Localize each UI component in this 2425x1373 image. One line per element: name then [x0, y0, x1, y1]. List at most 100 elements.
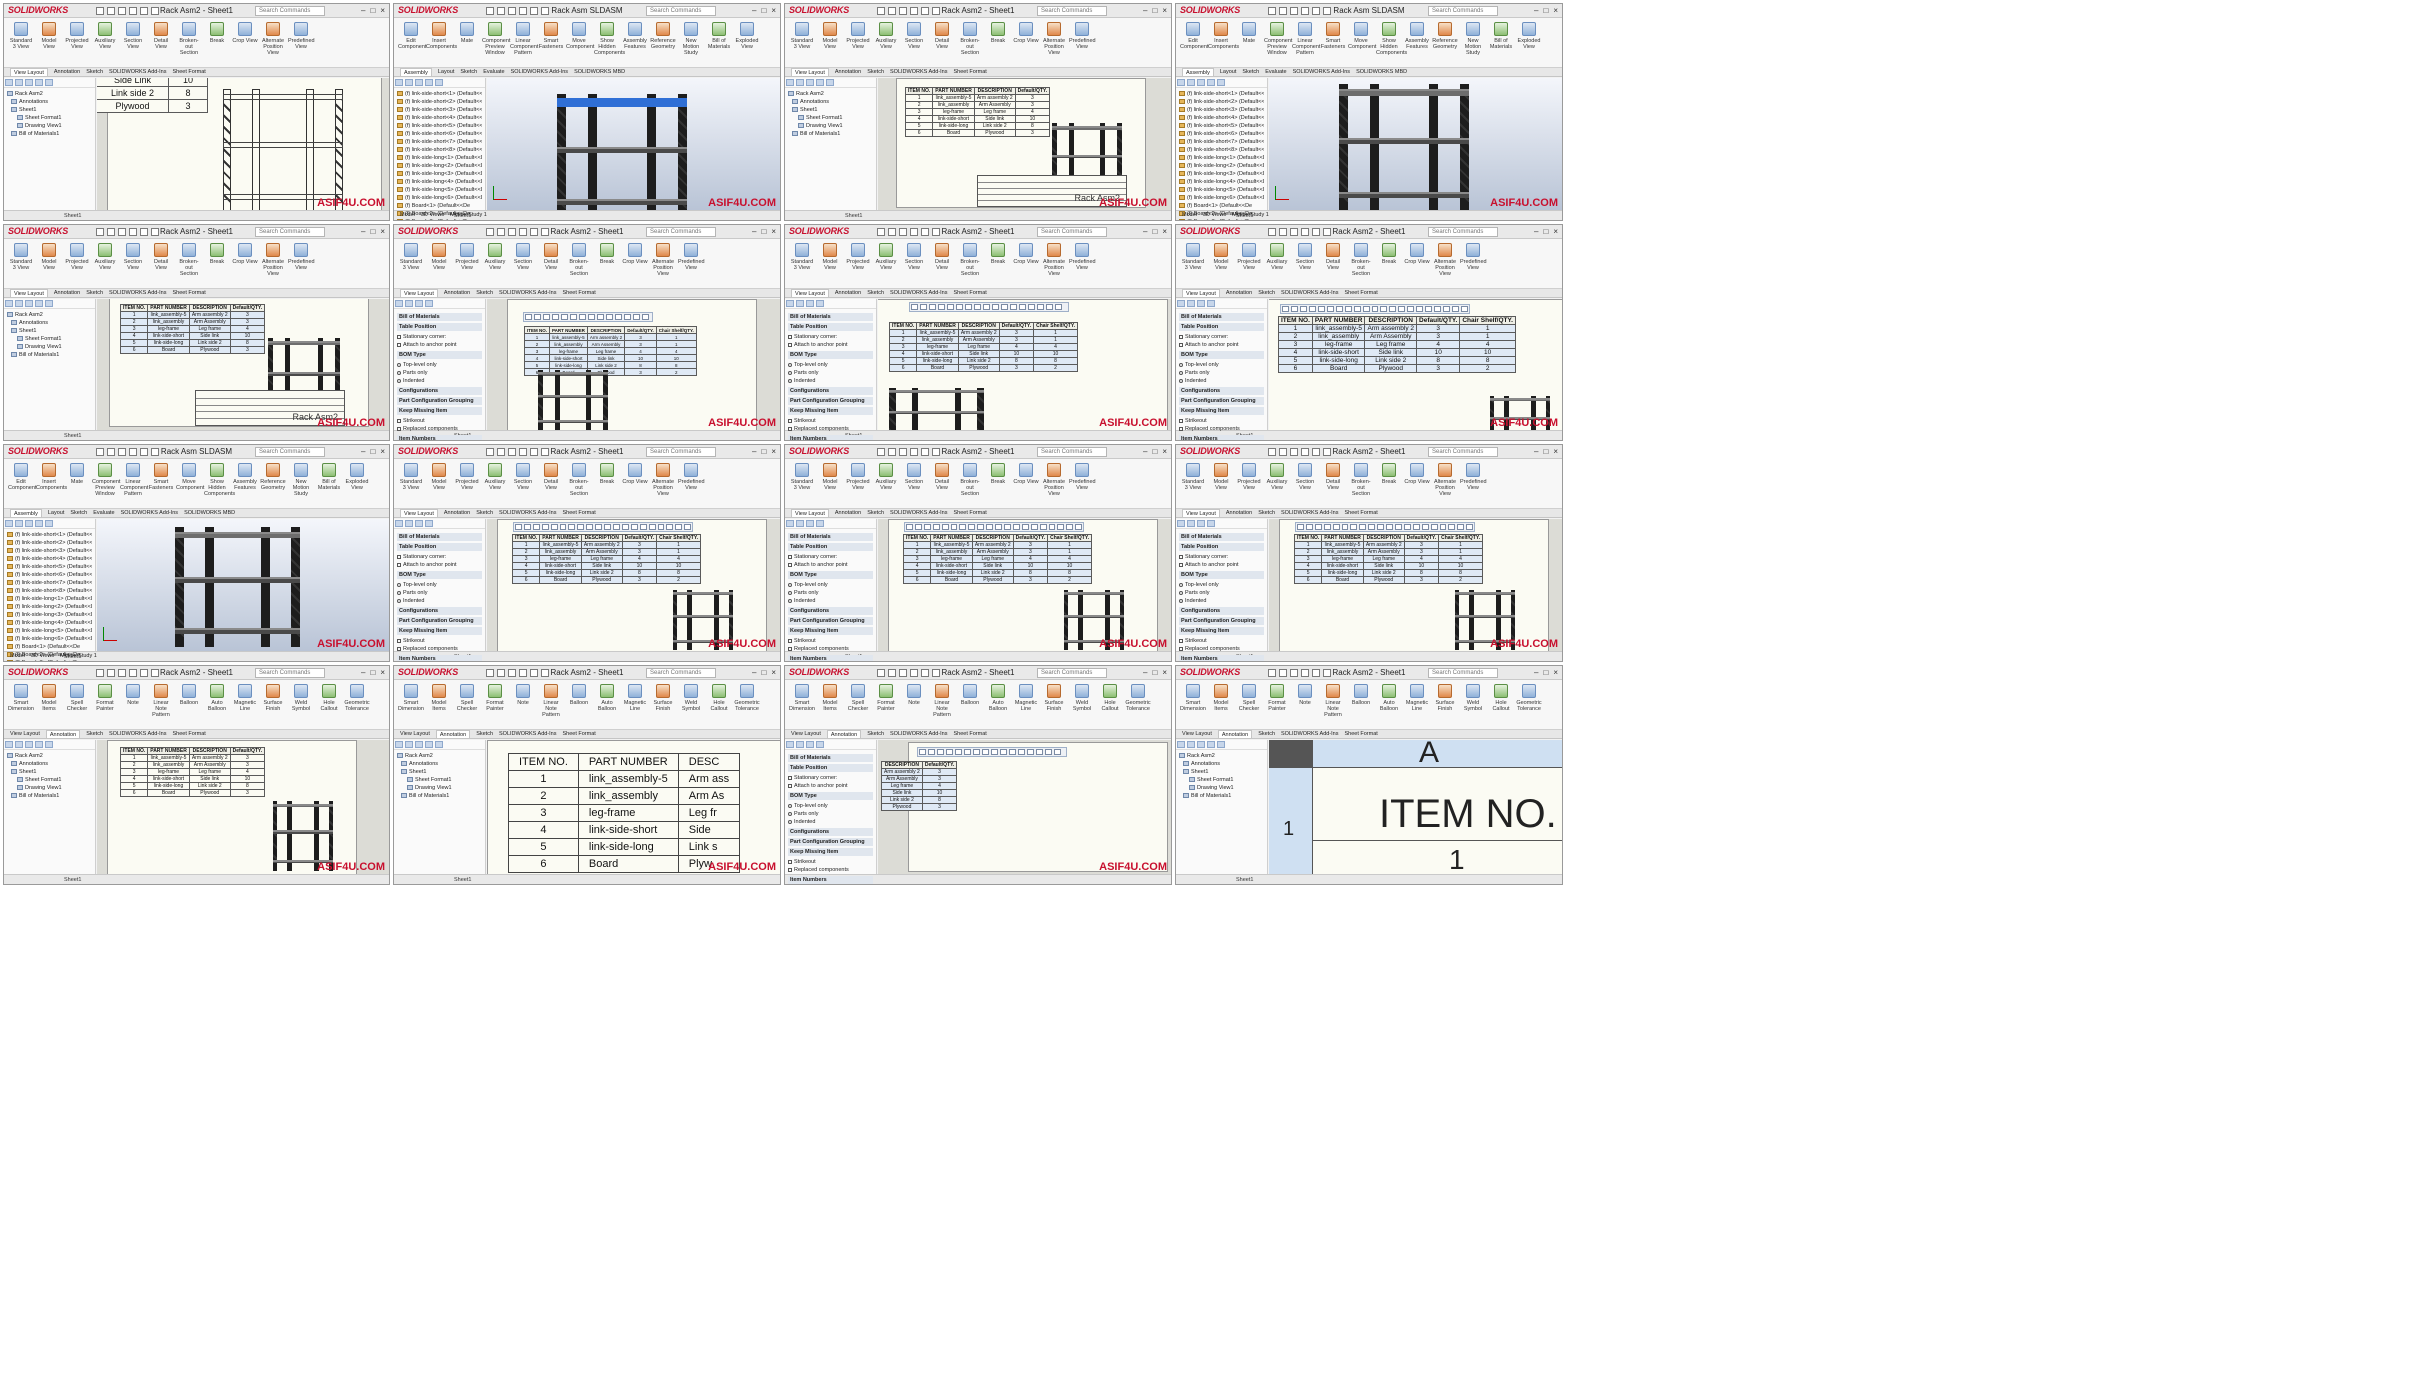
- format-button[interactable]: [1299, 306, 1307, 312]
- property-manager-tab[interactable]: [1197, 300, 1205, 307]
- format-button[interactable]: [1452, 306, 1460, 312]
- bom-section-header[interactable]: Part Configuration Grouping: [1179, 397, 1264, 405]
- format-button[interactable]: [932, 524, 940, 530]
- minimize-button[interactable]: –: [1534, 447, 1538, 456]
- bom-table[interactable]: ITEM NO. PART NUMBER DESCRIPTION Default/QT…: [902, 534, 1093, 584]
- format-button[interactable]: [1407, 306, 1415, 312]
- tab-4[interactable]: Sheet Format: [172, 289, 205, 297]
- ribbon-button[interactable]: Section View: [510, 243, 536, 271]
- feature-manager-tab[interactable]: [1207, 79, 1215, 86]
- bom-option[interactable]: Indented: [1179, 377, 1264, 385]
- bom-section-header[interactable]: Item Numbers: [397, 655, 482, 661]
- bom-section-header[interactable]: Part Configuration Grouping: [397, 397, 482, 405]
- maximize-button[interactable]: □: [370, 6, 375, 15]
- ribbon-button[interactable]: Hole Callout: [1488, 684, 1514, 712]
- ribbon-button[interactable]: Section View: [1292, 243, 1318, 271]
- format-button[interactable]: [1036, 749, 1043, 755]
- tab-2[interactable]: Sketch: [1258, 289, 1275, 297]
- sheet-tab[interactable]: Sheet1: [1236, 877, 1253, 883]
- close-button[interactable]: ×: [380, 6, 385, 15]
- ribbon-button[interactable]: Format Painter: [1264, 684, 1290, 712]
- sheet-tab[interactable]: Sheet1: [845, 213, 862, 219]
- property-manager-tab[interactable]: [395, 300, 403, 307]
- bom-table[interactable]: ITEM NO. PART NUMBER DESCRIPTION Default/QT…: [119, 747, 266, 797]
- bom-option[interactable]: Strikeout: [788, 637, 873, 645]
- ribbon-button[interactable]: Broken-out Section: [957, 243, 983, 277]
- tree-node[interactable]: Annotations: [788, 98, 873, 106]
- bom-option[interactable]: Indented: [788, 597, 873, 605]
- ribbon-button[interactable]: Detail View: [929, 463, 955, 491]
- close-button[interactable]: ×: [771, 6, 776, 15]
- format-button[interactable]: [1389, 306, 1397, 312]
- ribbon-button[interactable]: Spell Checker: [1236, 684, 1262, 712]
- model-tab[interactable]: 3D Views: [421, 210, 444, 220]
- bom-option[interactable]: Indented: [397, 377, 482, 385]
- tree-node[interactable]: (f) link-side-short<8> (Default<<Def: [397, 146, 482, 154]
- ribbon-button[interactable]: Geometric Tolerance: [344, 684, 370, 712]
- ribbon-button[interactable]: Auto Balloon: [204, 684, 230, 712]
- ribbon-button[interactable]: Alternate Position View: [1432, 463, 1458, 497]
- format-button[interactable]: [657, 524, 665, 530]
- feature-manager-tab[interactable]: [1177, 79, 1185, 86]
- tab-5[interactable]: SOLIDWORKS MBD: [184, 509, 235, 517]
- tab-1[interactable]: Annotation: [835, 509, 861, 517]
- tree-node[interactable]: (f) link-side-short<7> (Default<<Def: [1179, 138, 1264, 146]
- property-manager-tab[interactable]: [1207, 520, 1215, 527]
- search-commands-input[interactable]: Search Commands: [255, 227, 325, 237]
- close-button[interactable]: ×: [1162, 668, 1167, 677]
- ribbon-button[interactable]: Note: [1292, 684, 1318, 706]
- format-button[interactable]: [977, 524, 985, 530]
- search-commands-input[interactable]: Search Commands: [1428, 6, 1498, 16]
- tab-3[interactable]: SOLIDWORKS Add-Ins: [109, 730, 166, 738]
- ribbon-button[interactable]: Section View: [901, 243, 927, 271]
- maximize-button[interactable]: □: [370, 227, 375, 236]
- ribbon-button[interactable]: Reference Geometry: [260, 463, 286, 491]
- tree-node[interactable]: Drawing View1: [7, 343, 92, 351]
- format-button[interactable]: [1466, 524, 1474, 530]
- ribbon-button[interactable]: Detail View: [929, 22, 955, 50]
- format-button[interactable]: [586, 524, 594, 530]
- feature-manager-tab[interactable]: [5, 741, 13, 748]
- ribbon-button[interactable]: Break: [985, 22, 1011, 44]
- search-commands-input[interactable]: Search Commands: [1037, 6, 1107, 16]
- feature-manager-tab[interactable]: [45, 741, 53, 748]
- property-manager-tab[interactable]: [796, 520, 804, 527]
- tree-node[interactable]: Bill of Materials1: [7, 351, 92, 359]
- ribbon-button[interactable]: Model View: [1208, 463, 1234, 491]
- format-button[interactable]: [1350, 524, 1358, 530]
- bom-option[interactable]: Attach to anchor point: [788, 561, 873, 569]
- close-button[interactable]: ×: [771, 668, 776, 677]
- property-manager-tab[interactable]: [395, 520, 403, 527]
- tab-3[interactable]: SOLIDWORKS Add-Ins: [499, 289, 556, 297]
- format-button[interactable]: [938, 304, 945, 310]
- bom-option[interactable]: Indented: [788, 377, 873, 385]
- tab-1[interactable]: Layout: [438, 68, 455, 76]
- bom-section-header[interactable]: BOM Type: [1179, 351, 1264, 359]
- tab-1[interactable]: Annotation: [1217, 730, 1253, 738]
- format-button[interactable]: [1326, 306, 1334, 312]
- ribbon-button[interactable]: Surface Finish: [1432, 684, 1458, 712]
- bom-table[interactable]: ITEM NO. PART NUMBER DESCRIPTION Default/QT…: [904, 87, 1051, 137]
- format-button[interactable]: [1359, 524, 1367, 530]
- ribbon-button[interactable]: Detail View: [148, 243, 174, 271]
- ribbon-button[interactable]: Predefined View: [678, 463, 705, 491]
- ribbon-button[interactable]: Smart Dimension: [398, 684, 424, 712]
- bom-option[interactable]: Top-level only: [1179, 361, 1264, 369]
- format-button[interactable]: [1000, 749, 1007, 755]
- search-commands-input[interactable]: Search Commands: [646, 6, 716, 16]
- search-commands-input[interactable]: Search Commands: [255, 668, 325, 678]
- ribbon-button[interactable]: Alternate Position View: [1041, 463, 1067, 497]
- ribbon-button[interactable]: Geometric Tolerance: [734, 684, 760, 712]
- minimize-button[interactable]: –: [361, 668, 365, 677]
- format-button[interactable]: [532, 524, 540, 530]
- ribbon-button[interactable]: Standard 3 View: [398, 243, 424, 271]
- ribbon-button[interactable]: Auto Balloon: [1376, 684, 1402, 712]
- minimize-button[interactable]: –: [1143, 447, 1147, 456]
- format-button[interactable]: [633, 314, 640, 320]
- ribbon-button[interactable]: Assembly Features: [232, 463, 258, 491]
- ribbon-button[interactable]: Linear Note Pattern: [929, 684, 955, 718]
- bom-option[interactable]: Strikeout: [788, 417, 873, 425]
- format-button[interactable]: [1335, 306, 1343, 312]
- format-button[interactable]: [1055, 304, 1062, 310]
- tab-1[interactable]: Annotation: [1226, 289, 1252, 297]
